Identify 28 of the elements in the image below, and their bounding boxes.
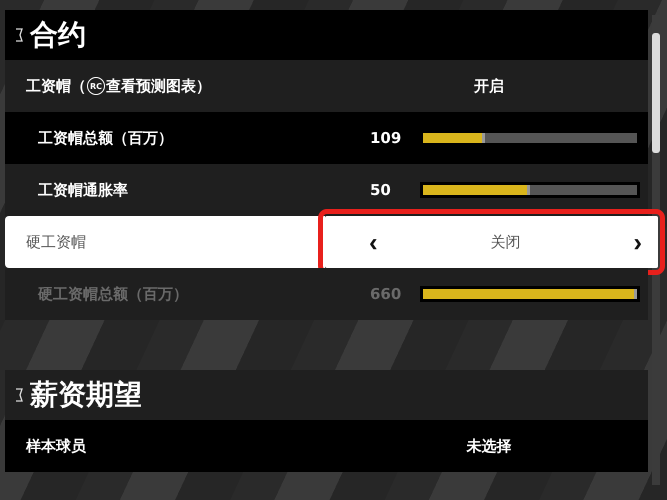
option-value: 未选择 <box>466 436 512 456</box>
setting-label: 工资帽（ RC 查看预测图表） <box>26 76 211 96</box>
setting-label: 工资帽通胀率 <box>38 180 128 200</box>
setting-label: 工资帽总额（百万） <box>38 128 173 148</box>
slider-value: 50 <box>370 181 392 199</box>
setting-label: 硬工资帽总额（百万） <box>38 284 188 304</box>
setting-label: 样本球员 <box>26 436 86 456</box>
setting-label: 硬工资帽 <box>26 232 86 252</box>
slider-track[interactable] <box>420 182 640 198</box>
setting-row[interactable]: 工资帽通胀率 50 <box>5 164 648 216</box>
setting-row[interactable]: 工资帽（ RC 查看预测图表） 开启 <box>5 60 648 112</box>
previous-button[interactable]: ‹ <box>365 226 382 258</box>
section-title: 合约 <box>30 17 86 53</box>
next-button[interactable]: › <box>629 226 646 258</box>
option-value: 开启 <box>474 76 504 96</box>
setting-row[interactable]: 样本球员 未选择 <box>5 420 648 472</box>
bracket-icon <box>15 28 24 42</box>
scrollbar-thumb[interactable] <box>652 33 660 153</box>
option-value: 关闭 <box>490 232 520 252</box>
option-selector[interactable]: ‹ 关闭 › <box>325 216 658 268</box>
scrollbar[interactable] <box>652 15 660 485</box>
controller-button-icon: RC <box>87 77 105 96</box>
slider-value: 660 <box>370 285 402 303</box>
slider-track[interactable] <box>420 130 640 146</box>
slider-value: 109 <box>370 129 402 147</box>
section-title: 薪资期望 <box>30 377 142 413</box>
setting-row[interactable]: 工资帽总额（百万） 109 <box>5 112 648 164</box>
bracket-icon <box>15 388 24 402</box>
